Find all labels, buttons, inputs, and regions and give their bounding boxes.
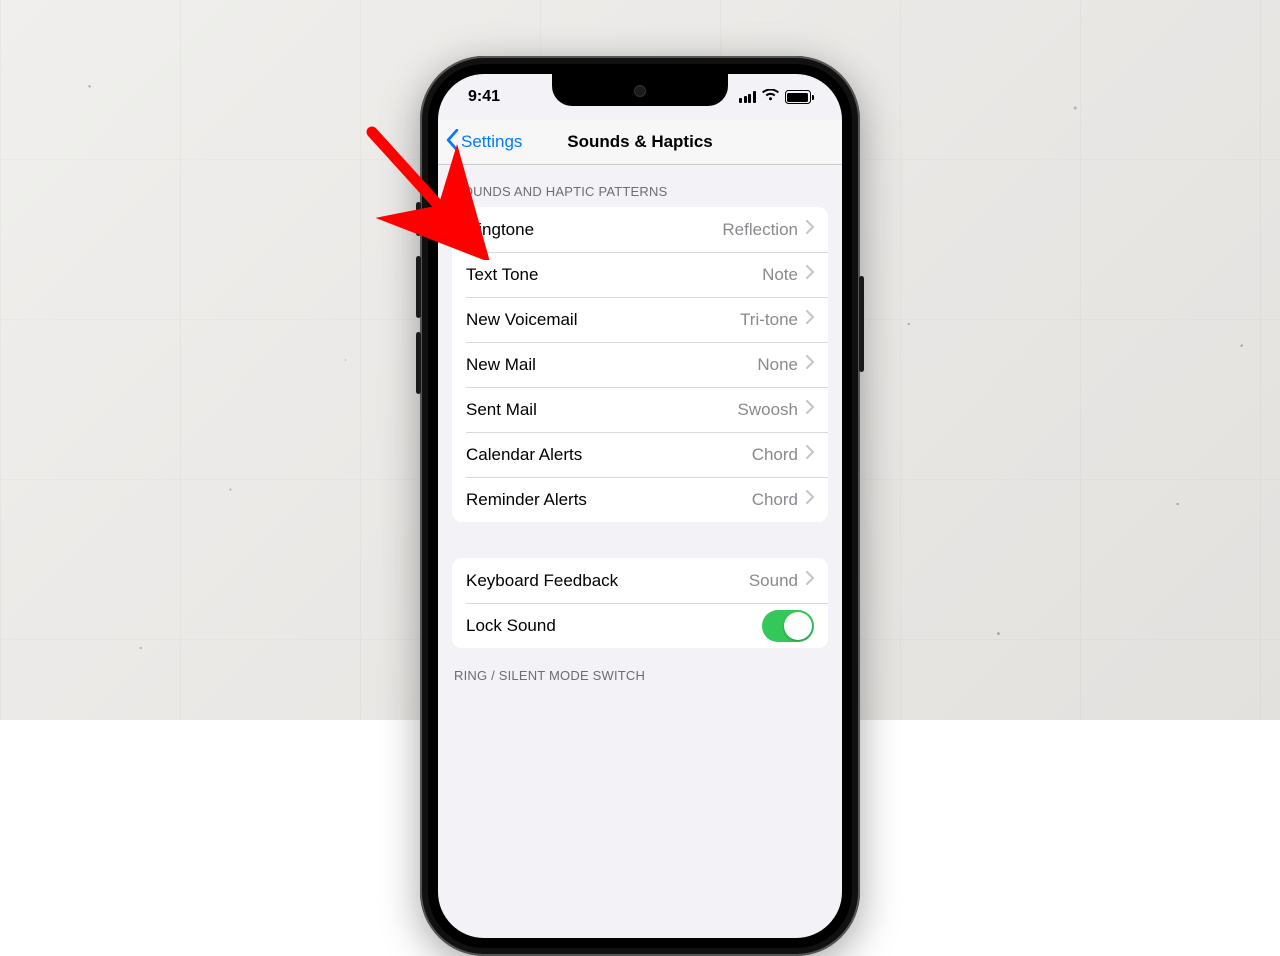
section-header-sounds: Sounds and Haptic Patterns [438, 164, 842, 207]
row-label: Ringtone [466, 220, 534, 240]
row-calendar-alerts[interactable]: Calendar Alerts Chord [452, 432, 828, 477]
section-header-ring-silent: Ring / Silent Mode Switch [438, 648, 842, 691]
wifi-icon [762, 88, 779, 106]
row-value: Swoosh [738, 400, 798, 420]
group-sound-patterns: Ringtone Reflection Text Tone Note New V… [452, 207, 828, 522]
row-value: Chord [752, 445, 798, 465]
chevron-right-icon [806, 310, 814, 329]
row-value: None [757, 355, 798, 375]
page-title: Sounds & Haptics [567, 132, 712, 152]
iphone-frame: 9:41 Settings Sounds & Haptics Sounds an… [420, 56, 860, 956]
row-text-tone[interactable]: Text Tone Note [452, 252, 828, 297]
chevron-right-icon [806, 220, 814, 239]
row-label: Text Tone [466, 265, 538, 285]
lock-sound-toggle[interactable] [762, 610, 814, 642]
row-new-mail[interactable]: New Mail None [452, 342, 828, 387]
side-button [859, 276, 864, 372]
chevron-right-icon [806, 445, 814, 464]
row-value: Tri-tone [740, 310, 798, 330]
row-label: Lock Sound [466, 616, 556, 636]
row-ringtone[interactable]: Ringtone Reflection [452, 207, 828, 252]
row-label: Calendar Alerts [466, 445, 582, 465]
cellular-signal-icon [739, 91, 756, 103]
display-notch [552, 74, 728, 106]
row-label: Keyboard Feedback [466, 571, 618, 591]
row-label: Sent Mail [466, 400, 537, 420]
row-value: Chord [752, 490, 798, 510]
silent-switch [416, 202, 421, 236]
row-keyboard-feedback[interactable]: Keyboard Feedback Sound [452, 558, 828, 603]
front-camera-icon [634, 85, 646, 97]
settings-content[interactable]: Sounds and Haptic Patterns Ringtone Refl… [438, 164, 842, 938]
battery-icon [785, 90, 815, 104]
chevron-right-icon [806, 490, 814, 509]
row-reminder-alerts[interactable]: Reminder Alerts Chord [452, 477, 828, 522]
chevron-right-icon [806, 571, 814, 590]
back-button-label: Settings [461, 132, 522, 152]
phone-screen: 9:41 Settings Sounds & Haptics Sounds an… [438, 74, 842, 938]
row-value: Sound [749, 571, 798, 591]
navigation-bar: Settings Sounds & Haptics [438, 120, 842, 165]
volume-down-button [416, 332, 421, 394]
group-system-sounds: Keyboard Feedback Sound Lock Sound [452, 558, 828, 648]
chevron-left-icon [446, 129, 459, 156]
row-label: New Voicemail [466, 310, 578, 330]
row-sent-mail[interactable]: Sent Mail Swoosh [452, 387, 828, 432]
row-value: Reflection [722, 220, 798, 240]
row-label: New Mail [466, 355, 536, 375]
chevron-right-icon [806, 400, 814, 419]
chevron-right-icon [806, 355, 814, 374]
volume-up-button [416, 256, 421, 318]
row-new-voicemail[interactable]: New Voicemail Tri-tone [452, 297, 828, 342]
row-value: Note [762, 265, 798, 285]
back-button[interactable]: Settings [446, 120, 522, 164]
chevron-right-icon [806, 265, 814, 284]
status-time: 9:41 [468, 88, 500, 106]
row-label: Reminder Alerts [466, 490, 587, 510]
row-lock-sound: Lock Sound [452, 603, 828, 648]
